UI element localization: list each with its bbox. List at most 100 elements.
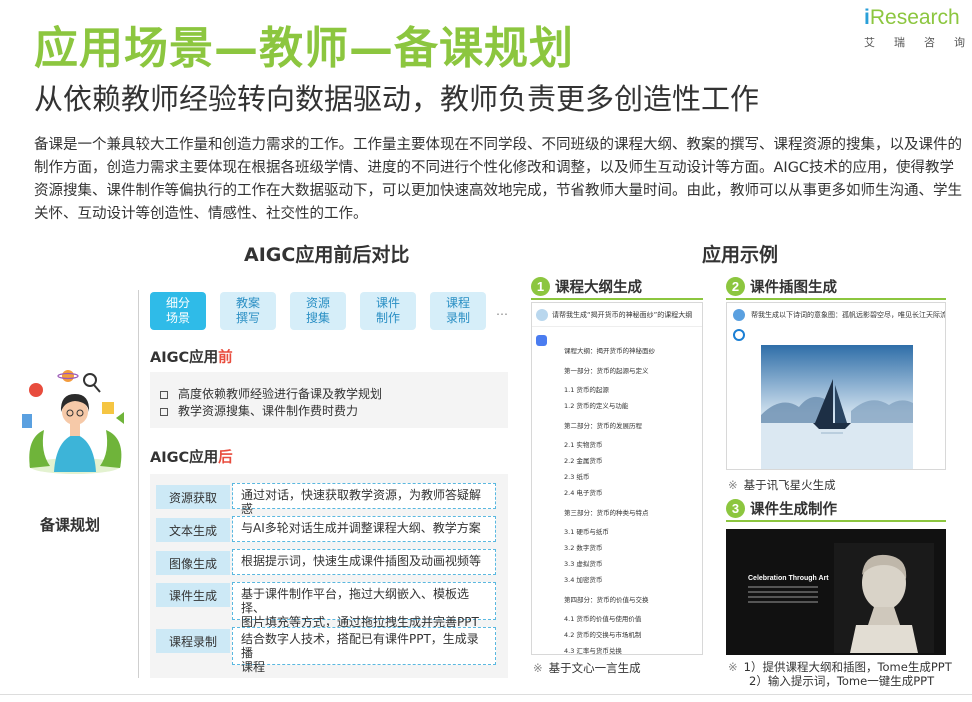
tabs-more-indicator: …: [496, 304, 508, 318]
vertical-divider: [138, 290, 139, 678]
tome-slide-screenshot: Celebration Through Art: [726, 529, 946, 655]
after-heading: AIGC应用后: [150, 446, 233, 467]
tab-courseware[interactable]: 课件 制作: [360, 292, 416, 330]
number-circle-icon: 2: [726, 277, 745, 296]
after-desc: 基于课件制作平台，拖过大纲嵌入、模板选择、 图片填充等方式，通过拖拉拽生成并完善…: [232, 582, 496, 629]
after-tag: 课程录制: [156, 629, 230, 653]
after-row: 课程录制: [156, 629, 230, 653]
outline-line: 3.4 加密货币: [564, 576, 603, 584]
checkbox-square-icon: [160, 407, 168, 416]
outline-line: 第四部分：货币的价值与交换: [564, 596, 649, 604]
after-box: 资源获取 通过对话，快速获取教学资源，为教师答疑解惑 文本生成 与AI多轮对话生…: [150, 474, 508, 678]
iresearch-logo: iResearch 艾瑞咨询: [864, 6, 972, 56]
outline-line: 2.4 电子货币: [564, 489, 603, 497]
after-row: 文本生成: [156, 518, 230, 542]
after-tag: 图像生成: [156, 551, 230, 575]
outline-line: 第二部分：货币的发展历程: [564, 422, 642, 430]
examples-heading: 应用示例: [702, 244, 779, 266]
note-mark: ※: [728, 478, 738, 492]
outline-line: 第三部分：货币的种类与特点: [564, 509, 649, 517]
before-item-text: 高度依赖教师经验进行备课及教学规划: [178, 387, 383, 401]
before-heading-main: AIGC应用: [150, 350, 219, 366]
outline-line: 4.1 货币的价值与使用价值: [564, 615, 642, 623]
teacher-illustration: [22, 370, 124, 474]
tab-course-recording[interactable]: 课程 录制: [430, 292, 486, 330]
user-avatar: [536, 308, 548, 321]
illustration-chat-screenshot: 帮我生成以下诗词的意象图：孤帆远影碧空尽，唯见长江天际流: [726, 302, 946, 470]
outline-line: 4.2 货币的交换与市场机制: [564, 631, 642, 639]
before-item: 教学资源搜集、课件制作费时费力: [160, 403, 508, 420]
statue-image: [834, 543, 934, 653]
tab-resource-collection[interactable]: 资源 搜集: [290, 292, 346, 330]
comparison-heading: AIGC应用前后对比: [244, 244, 410, 266]
example2-note: ※ 基于讯飞星火生成: [728, 478, 836, 492]
after-row: 图像生成: [156, 551, 230, 575]
before-box: 高度依赖教师经验进行备课及教学规划 教学资源搜集、课件制作费时费力: [150, 372, 508, 428]
example3-note: ※ 1）提供课程大纲和插图，Tome生成PPT 2）输入提示词，Tome一键生成P…: [728, 660, 952, 688]
outline-line: 3.1 硬币与纸币: [564, 528, 609, 536]
slide-title: Celebration Through Art: [748, 575, 829, 582]
note-mark: ※: [728, 660, 738, 674]
example3-note-text-1: 1）提供课程大纲和插图，Tome生成PPT: [743, 660, 952, 674]
logo-word: Research: [869, 6, 960, 29]
outline-chat-screenshot: 请帮我生成“揭开货币的神秘面纱”的课程大纲 课程大纲：揭开货币的神秘面纱 第一部…: [531, 302, 703, 655]
example3-heading: 3 课件生成制作: [726, 498, 837, 519]
user-avatar: [733, 309, 745, 321]
number-circle-icon: 3: [726, 499, 745, 518]
outline-line: 第一部分：货币的起源与定义: [564, 367, 649, 375]
slide-text-lines: [748, 586, 818, 606]
example2-note-text: 基于讯飞星火生成: [743, 478, 836, 492]
before-heading: AIGC应用前: [150, 346, 233, 367]
chat-query: 帮我生成以下诗词的意象图：孤帆远影碧空尽，唯见长江天际流: [733, 309, 946, 321]
example2-underline: [726, 298, 946, 300]
example3-underline: [726, 520, 946, 522]
example2-heading: 2 课件插图生成: [726, 276, 837, 297]
example2-title: 课件插图生成: [750, 280, 837, 296]
example3-note-text-2: 2）输入提示词，Tome一键生成PPT: [749, 674, 935, 688]
before-item-text: 教学资源搜集、课件制作费时费力: [178, 404, 359, 418]
scenario-tabs: 细分 场景 教案 撰写 资源 搜集 课件 制作 课程 录制 …: [150, 292, 508, 330]
outline-line: 3.2 数字货币: [564, 544, 603, 552]
illustration-label: 备课规划: [40, 516, 101, 534]
outline-line: 3.3 虚拟货币: [564, 560, 603, 568]
after-desc: 根据提示词，快速生成课件插图及动画视频等: [232, 549, 496, 575]
example1-note-text: 基于文心一言生成: [548, 661, 641, 675]
after-desc: 通过对话，快速获取教学资源，为教师答疑解惑: [232, 483, 496, 516]
example1-underline: [531, 298, 703, 300]
spark-logo-icon: [733, 329, 745, 341]
after-tag: 资源获取: [156, 485, 230, 509]
tab-lesson-plan[interactable]: 教案 撰写: [220, 292, 276, 330]
logo-subtitle: 艾瑞咨询: [864, 36, 972, 49]
outline-line: 2.1 实物货币: [564, 441, 603, 449]
tab-scenario[interactable]: 细分 场景: [150, 292, 206, 330]
page-title: 应用场景—教师—备课规划: [34, 23, 574, 74]
outline-line: 1.2 货币的定义与功能: [564, 402, 629, 410]
chat-query-text: 帮我生成以下诗词的意象图：孤帆远影碧空尽，唯见长江天际流: [751, 311, 946, 319]
example1-note: ※ 基于文心一言生成: [533, 661, 641, 675]
page-subtitle: 从依赖教师经验转向数据驱动，教师负责更多创造性工作: [34, 82, 760, 116]
generated-sailboat-image: [761, 345, 913, 469]
after-tag: 课件生成: [156, 583, 230, 607]
outline-line: 1.1 货币的起源: [564, 386, 609, 394]
bottom-divider: [0, 694, 972, 695]
chat-query: 请帮我生成“揭开货币的神秘面纱”的课程大纲: [532, 303, 702, 327]
intro-paragraph: 备课是一个兼具较大工作量和创造力需求的工作。工作量主要体现在不同学段、不同班级的…: [34, 137, 962, 222]
after-desc: 结合数字人技术，搭配已有课件PPT，生成录播 课程: [232, 627, 496, 674]
example1-title: 课程大纲生成: [555, 280, 642, 296]
after-row: 课件生成: [156, 583, 230, 607]
after-heading-main: AIGC应用: [150, 450, 219, 466]
after-heading-highlight: 后: [218, 450, 233, 466]
before-heading-highlight: 前: [218, 350, 233, 366]
outline-line: 2.2 金属货币: [564, 457, 603, 465]
outline-line: 4.3 汇率与货币兑换: [564, 647, 622, 655]
checkbox-square-icon: [160, 390, 168, 399]
note-mark: ※: [533, 661, 543, 675]
example1-heading: 1 课程大纲生成: [531, 276, 642, 297]
outline-line: 课程大纲：揭开货币的神秘面纱: [564, 347, 655, 355]
after-row: 资源获取: [156, 485, 230, 509]
number-circle-icon: 1: [531, 277, 550, 296]
example3-title: 课件生成制作: [750, 502, 837, 518]
before-item: 高度依赖教师经验进行备课及教学规划: [160, 386, 508, 403]
after-desc: 与AI多轮对话生成并调整课程大纲、教学方案: [232, 516, 496, 542]
bot-icon: [536, 335, 547, 346]
